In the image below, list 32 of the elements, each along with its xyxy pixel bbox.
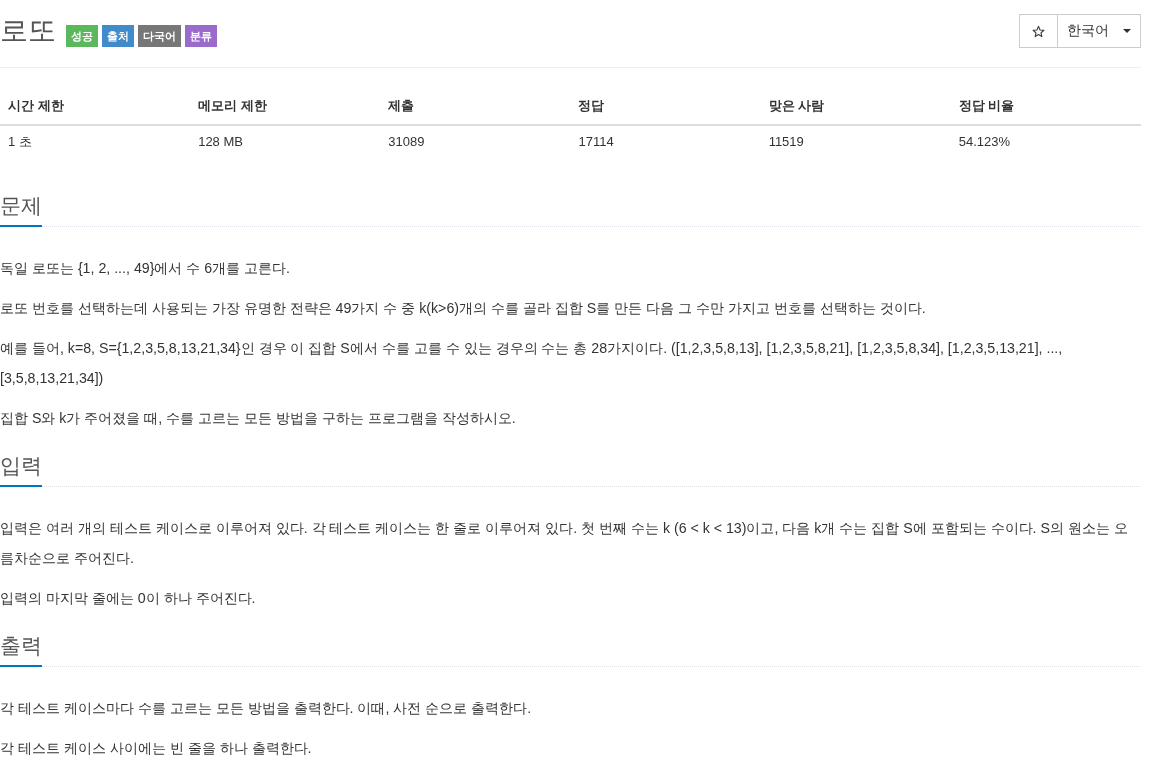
caret-icon	[1123, 29, 1131, 33]
section-heading: 입력	[0, 451, 42, 487]
column-header: 정답 비율	[950, 88, 1141, 125]
paragraph: 입력의 마지막 줄에는 0이 하나 주어진다.	[0, 589, 257, 608]
table-cell: 54.123%	[950, 125, 1141, 158]
paragraph: 각 테스트 케이스마다 수를 고르는 모든 방법을 출력한다. 이때, 사전 순으로 출력한다.	[0, 699, 533, 718]
table-cell: 128 MB	[190, 125, 381, 158]
section-heading: 문제	[0, 191, 42, 227]
problem-label[interactable]: 분류	[185, 25, 217, 47]
section-heading: 출력	[0, 631, 42, 667]
problem-title: 로또	[0, 14, 56, 48]
paragraph: 집합 S와 k가 주어졌을 때, 수를 고르는 모든 방법을 구하는 프로그램을 작성하시오.	[0, 409, 517, 428]
table-cell: 17114	[570, 125, 761, 158]
column-header: 정답	[570, 88, 761, 125]
paragraph: 각 테스트 케이스 사이에는 빈 줄을 하나 출력한다.	[0, 739, 313, 758]
table-cell: 1 초	[0, 125, 191, 158]
language-dropdown[interactable]: 한국어	[1058, 14, 1141, 48]
column-header: 맞은 사람	[760, 88, 951, 125]
problem-label[interactable]: 다국어	[138, 25, 181, 47]
table-cell: 31089	[380, 125, 571, 158]
paragraph: 예를 들어, k=8, S={1,2,3,5,8,13,21,34}인 경우 이 집합 S에서 수를 고를 수 있는 경우의 수는 총 28가지이다. ([1,2,3,5,8,13], [1,2,3,5,8,21], [1,2,3,5,8,34], [1,2,3,5,13,21], ..., [3,5,8,13,21,34])	[0, 339, 1064, 388]
paragraph: 로또 번호를 선택하는데 사용되는 가장 유명한 전략은 49가지 수 중 k(k>6)개의 수를 골라 집합 S를 만든 다음 그 수만 가지고 번호를 선택하는 것이다.	[0, 299, 927, 318]
paragraph: 독일 로또는 {1, 2, ..., 49}에서 수 6개를 고른다.	[0, 259, 292, 278]
star-icon	[1032, 24, 1045, 38]
table-cell: 11519	[760, 125, 951, 158]
problem-label[interactable]: 출처	[102, 25, 134, 47]
column-header: 메모리 제한	[190, 88, 381, 125]
favorite-button[interactable]	[1019, 14, 1058, 48]
problem-label[interactable]: 성공	[66, 25, 98, 47]
column-header: 제출	[380, 88, 571, 125]
column-header: 시간 제한	[0, 88, 191, 125]
paragraph: 입력은 여러 개의 테스트 케이스로 이루어져 있다. 각 테스트 케이스는 한 줄로 이루어져 있다. 첫 번째 수는 k (6 < k < 13)이고, 다음 k개 수는 집합 S에 포함되는 수이다. S의 원소는 오름차순으로 주어진다.	[0, 519, 1129, 568]
